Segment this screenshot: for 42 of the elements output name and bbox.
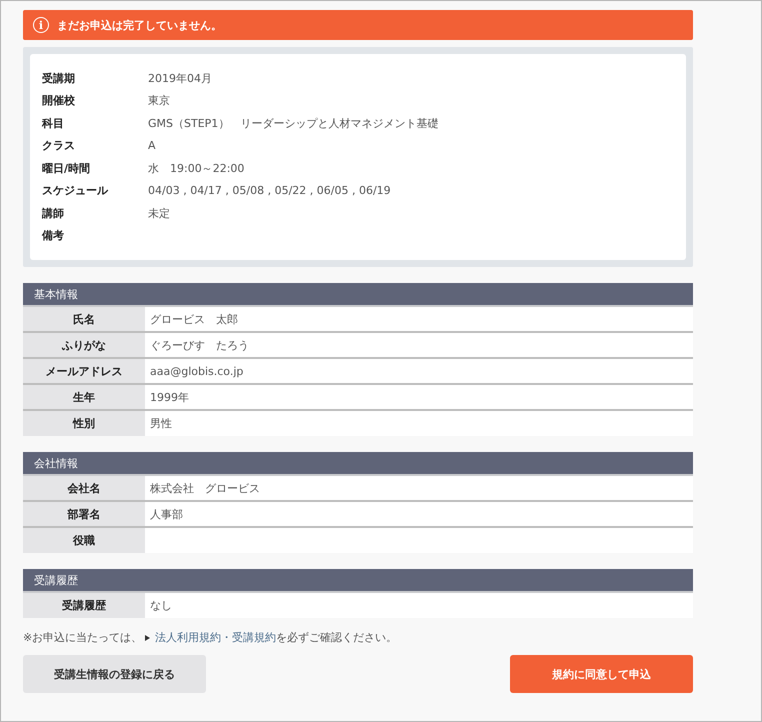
field-label: 講師: [42, 206, 65, 221]
row-label: 性別: [23, 411, 145, 436]
info-icon: i: [33, 17, 49, 33]
alert-message: まだお申込は完了していません。: [57, 18, 222, 32]
section-header: 会社情報: [23, 452, 693, 476]
submit-button[interactable]: 規約に同意して申込: [510, 655, 693, 693]
field-label: 受講期: [42, 70, 76, 86]
field-value: 04/03 , 04/17 , 05/08 , 05/22 , 06/05 , 06/19: [148, 184, 392, 198]
row-label: 生年: [23, 385, 145, 409]
notice-text: ※お申込に当たっては、 法人利用規約・受講規約を必ずご確認ください。: [23, 630, 398, 645]
section-header: 受講履歴: [23, 569, 693, 593]
field-label: 科目: [42, 116, 65, 131]
field-value: 水 19:00～22:00: [148, 160, 246, 176]
back-button[interactable]: 受講生情報の登録に戻る: [23, 655, 206, 693]
triangle-icon: [145, 634, 150, 640]
row-label: メールアドレス: [23, 359, 145, 383]
field-value: 2019年04月: [148, 70, 213, 86]
row-value: aaa@globis.co.jp: [145, 359, 693, 383]
field-label: 備考: [42, 228, 65, 244]
section-header: 基本情報: [23, 283, 693, 307]
row-label: ふりがな: [23, 333, 145, 357]
field-value: 未定: [148, 206, 171, 221]
row-value: グロービス 太郎: [145, 307, 693, 331]
field-value: A: [148, 139, 157, 152]
row-value: 人事部: [145, 502, 693, 526]
field-label: クラス: [42, 138, 76, 154]
row-label: 役職: [23, 528, 145, 553]
row-label: 氏名: [23, 307, 145, 331]
row-label: 部署名: [23, 502, 145, 526]
field-value: 東京: [148, 93, 171, 108]
row-label: 受講履歴: [23, 593, 145, 618]
field-label: 曜日/時間: [42, 160, 92, 176]
row-value: 1999年: [145, 385, 693, 409]
field-label: 開催校: [42, 93, 76, 108]
row-value: なし: [145, 593, 693, 618]
field-value: GMS（STEP1） リーダーシップと人材マネジメント基礎: [148, 116, 440, 131]
row-value: 男性: [145, 411, 693, 436]
row-value: ぐろーびす たろう: [145, 333, 693, 357]
row-value: 株式会社 グロービス: [145, 476, 693, 500]
field-label: スケジュール: [42, 183, 109, 198]
terms-link[interactable]: 法人利用規約・受講規約: [155, 630, 276, 645]
row-label: 会社名: [23, 476, 145, 500]
